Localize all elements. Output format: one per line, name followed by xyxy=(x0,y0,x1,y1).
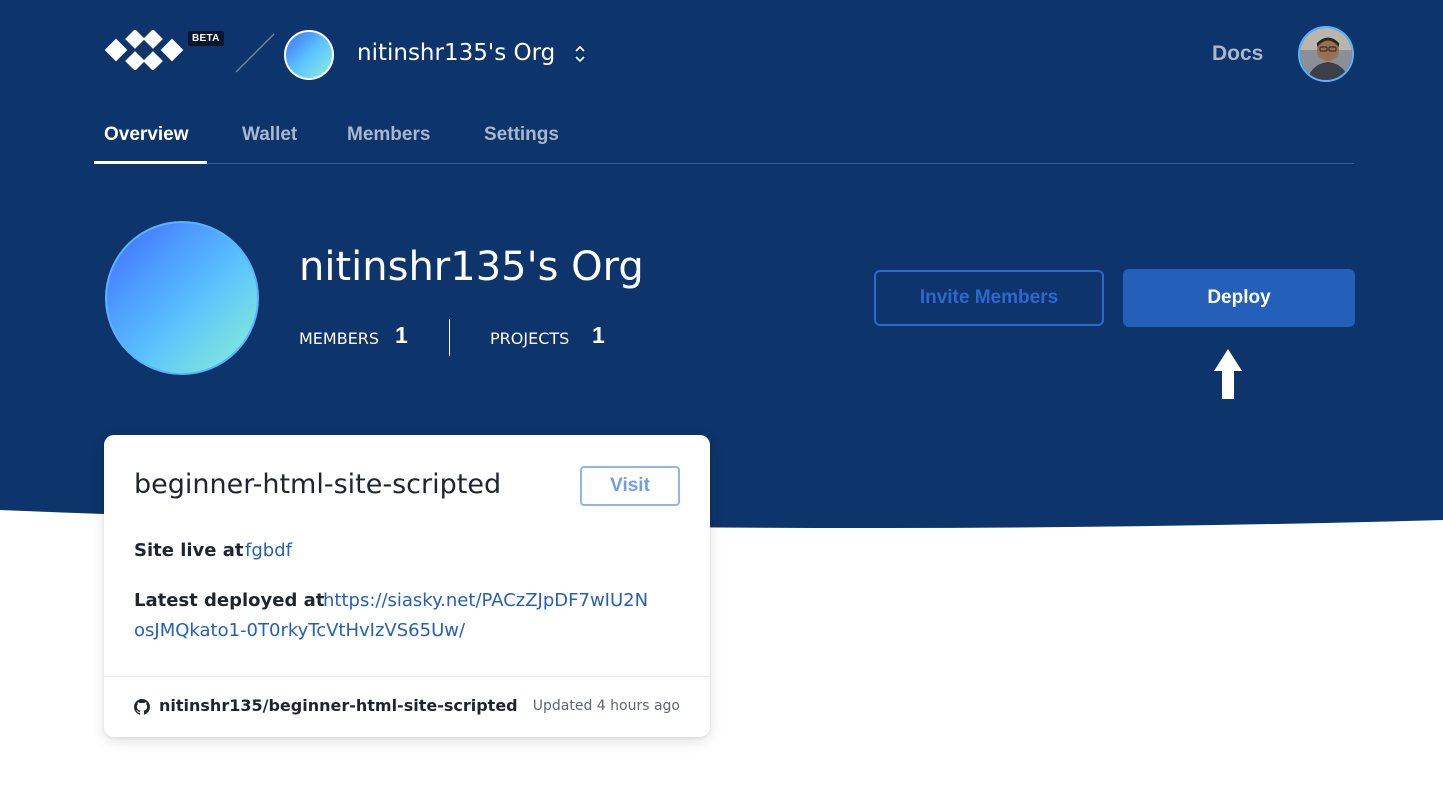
active-tab-indicator xyxy=(94,161,207,164)
beta-badge: BETA xyxy=(188,31,224,46)
skynet-logo-icon[interactable] xyxy=(104,30,184,70)
project-card: beginner-html-site-scripted Visit Site l… xyxy=(104,435,710,737)
tab-members[interactable]: Members xyxy=(347,124,430,146)
stat-divider xyxy=(449,319,450,356)
breadcrumb-separator xyxy=(235,33,275,73)
projects-stat-label: PROJECTS xyxy=(490,329,570,348)
docs-link[interactable]: Docs xyxy=(1212,42,1263,66)
invite-members-button[interactable]: Invite Members xyxy=(874,270,1104,326)
tab-bar: Overview Wallet Members Settings xyxy=(94,120,1354,164)
projects-stat-value: 1 xyxy=(592,322,605,348)
tab-wallet[interactable]: Wallet xyxy=(242,124,297,146)
org-title: nitinshr135's Org xyxy=(299,244,644,290)
org-avatar-small[interactable] xyxy=(284,30,334,80)
chevron-up-down-icon[interactable] xyxy=(572,42,588,66)
deploy-button[interactable]: Deploy xyxy=(1123,269,1355,327)
github-icon xyxy=(134,699,150,715)
tab-settings[interactable]: Settings xyxy=(484,124,559,146)
project-title: beginner-html-site-scripted xyxy=(134,469,502,500)
tab-overview[interactable]: Overview xyxy=(104,124,189,146)
repo-link[interactable]: nitinshr135/beginner-html-site-scripted xyxy=(159,696,518,715)
latest-deployed-label: Latest deployed at xyxy=(134,590,325,611)
members-stat-value: 1 xyxy=(395,322,408,348)
latest-deployed-link-line2[interactable]: osJMQkato1-0T0rkyTcVtHvIzVS65Uw/ xyxy=(134,616,465,646)
site-live-label: Site live at xyxy=(134,540,244,561)
latest-deployed-link-line1[interactable]: https://siasky.net/PACzZJpDF7wIU2N xyxy=(323,586,648,616)
members-stat-label: MEMBERS xyxy=(299,329,380,348)
updated-timestamp: Updated 4 hours ago xyxy=(532,698,680,714)
org-avatar xyxy=(105,221,259,375)
card-divider xyxy=(104,676,710,677)
arrow-up-icon xyxy=(1214,349,1242,399)
visit-button[interactable]: Visit xyxy=(580,466,680,506)
user-avatar[interactable] xyxy=(1298,26,1354,82)
site-live-link[interactable]: fgbdf xyxy=(245,536,292,566)
org-switcher-name[interactable]: nitinshr135's Org xyxy=(357,40,555,66)
